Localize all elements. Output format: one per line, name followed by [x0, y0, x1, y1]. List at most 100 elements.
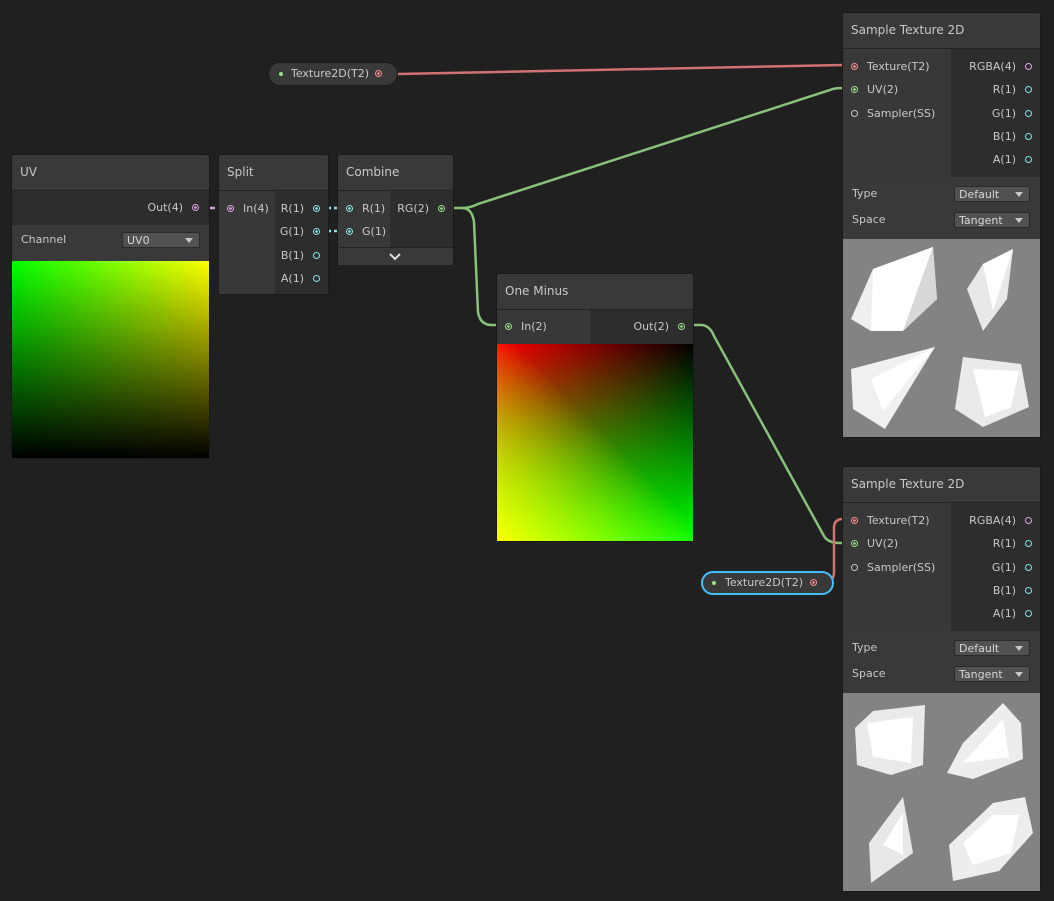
uv-out-port[interactable]: Out(4) — [147, 197, 199, 219]
sampler-in-port[interactable]: Sampler(SS) — [851, 557, 935, 579]
float-port-icon[interactable] — [313, 252, 320, 259]
connected-indicator-icon — [279, 72, 283, 76]
combine-input-area: R(1) G(1) — [338, 191, 390, 247]
split-in-port[interactable]: In(4) — [227, 198, 269, 220]
split-out-a[interactable]: A(1) — [281, 268, 320, 290]
float-port-icon[interactable] — [313, 275, 320, 282]
sampler-in-port[interactable]: Sampler(SS) — [851, 103, 935, 125]
uv-in-port[interactable]: UV(2) — [851, 79, 898, 101]
space-label: Space — [852, 213, 886, 226]
texture-preview-image — [843, 693, 1040, 891]
type-label: Type — [852, 641, 878, 654]
combine-in-r[interactable]: R(1) — [346, 198, 385, 220]
space-label: Space — [852, 667, 886, 680]
vector4-port-icon[interactable] — [1025, 63, 1032, 70]
sampler-port-icon[interactable] — [851, 564, 858, 571]
vector4-port-icon[interactable] — [192, 204, 199, 211]
vector4-port-icon[interactable] — [227, 205, 234, 212]
split-input-area: In(4) — [219, 191, 275, 294]
vector2-port-icon[interactable] — [678, 323, 685, 330]
node-title: UV — [12, 155, 209, 191]
node-title: Split — [219, 155, 328, 191]
sample-texture-2d-node[interactable]: Sample Texture 2D Texture(T2) UV(2) Samp… — [842, 466, 1041, 892]
sample-texture-2d-node[interactable]: Sample Texture 2D Texture(T2) UV(2) Samp… — [842, 12, 1041, 438]
g-out-port[interactable]: G(1) — [992, 557, 1032, 579]
port-label: G(1) — [991, 561, 1016, 574]
space-dropdown[interactable]: Tangent — [954, 666, 1030, 682]
split-out-b[interactable]: B(1) — [281, 245, 320, 267]
port-label: R(1) — [280, 202, 304, 215]
vector2-port-icon[interactable] — [851, 86, 858, 93]
uv-node[interactable]: UV Out(4) Channel UV0 — [11, 154, 210, 459]
type-dropdown[interactable]: Default — [954, 186, 1030, 202]
split-output-area: R(1) G(1) B(1) A(1) — [275, 191, 328, 294]
uv-preview-image — [12, 261, 209, 458]
space-dropdown[interactable]: Tangent — [954, 212, 1030, 228]
float-port-icon[interactable] — [1025, 133, 1032, 140]
split-out-r[interactable]: R(1) — [281, 198, 320, 220]
texture-preview-image — [843, 239, 1040, 437]
port-label: In(4) — [243, 202, 269, 215]
float-port-icon[interactable] — [1025, 540, 1032, 547]
float-port-icon[interactable] — [346, 228, 353, 235]
float-port-icon[interactable] — [1025, 86, 1032, 93]
vector4-port-icon[interactable] — [1025, 517, 1032, 524]
vector2-port-icon[interactable] — [438, 205, 445, 212]
one-minus-preview-image — [497, 344, 693, 541]
chevron-down-icon — [185, 238, 193, 243]
chevron-down-icon — [1015, 672, 1023, 677]
space-row: Space Tangent — [843, 661, 1040, 687]
texture-output-port-icon[interactable] — [375, 70, 382, 77]
texture2d-property-node[interactable]: Texture2D(T2) — [268, 62, 398, 86]
channel-dropdown[interactable]: UV0 — [122, 232, 200, 248]
combine-in-g[interactable]: G(1) — [346, 221, 386, 243]
g-out-port[interactable]: G(1) — [992, 103, 1032, 125]
float-port-icon[interactable] — [1025, 587, 1032, 594]
port-label: RGBA(4) — [969, 60, 1016, 73]
r-out-port[interactable]: R(1) — [993, 533, 1032, 555]
one-minus-out-port[interactable]: Out(2) — [633, 316, 685, 338]
rgba-out-port[interactable]: RGBA(4) — [969, 510, 1032, 532]
vector2-port-icon[interactable] — [505, 323, 512, 330]
combine-out-rg[interactable]: RG(2) — [397, 198, 445, 220]
float-port-icon[interactable] — [1025, 564, 1032, 571]
port-label: R(1) — [992, 83, 1016, 96]
type-value: Default — [959, 642, 1000, 655]
port-label: Out(4) — [147, 201, 183, 214]
split-out-g[interactable]: G(1) — [280, 221, 320, 243]
sampler-port-icon[interactable] — [851, 110, 858, 117]
space-row: Space Tangent — [843, 207, 1040, 233]
texture-in-port[interactable]: Texture(T2) — [851, 56, 930, 78]
float-port-icon[interactable] — [313, 228, 320, 235]
vector2-port-icon[interactable] — [851, 540, 858, 547]
float-port-icon[interactable] — [1025, 110, 1032, 117]
b-out-port[interactable]: B(1) — [993, 580, 1032, 602]
float-port-icon[interactable] — [1025, 610, 1032, 617]
port-label: UV(2) — [867, 83, 899, 96]
texture-port-icon[interactable] — [851, 517, 858, 524]
one-minus-node[interactable]: One Minus In(2) Out(2) — [496, 273, 694, 542]
float-port-icon[interactable] — [313, 205, 320, 212]
texture-port-icon[interactable] — [851, 63, 858, 70]
texture-in-port[interactable]: Texture(T2) — [851, 510, 930, 532]
a-out-port[interactable]: A(1) — [993, 149, 1032, 171]
uv-in-port[interactable]: UV(2) — [851, 533, 898, 555]
float-port-icon[interactable] — [346, 205, 353, 212]
type-dropdown[interactable]: Default — [954, 640, 1030, 656]
one-minus-input-area: In(2) — [497, 310, 590, 344]
float-port-icon[interactable] — [1025, 156, 1032, 163]
one-minus-in-port[interactable]: In(2) — [505, 316, 547, 338]
r-out-port[interactable]: R(1) — [993, 79, 1032, 101]
combine-node[interactable]: Combine R(1) G(1) RG(2) — [337, 154, 454, 265]
texture2d-property-node-selected[interactable]: Texture2D(T2) — [701, 571, 834, 595]
port-label: B(1) — [992, 130, 1016, 143]
texture-output-port-icon[interactable] — [810, 579, 817, 586]
b-out-port[interactable]: B(1) — [993, 126, 1032, 148]
a-out-port[interactable]: A(1) — [993, 603, 1032, 625]
combine-output-area: RG(2) — [390, 191, 453, 247]
port-label: UV(2) — [867, 537, 899, 550]
rgba-out-port[interactable]: RGBA(4) — [969, 56, 1032, 78]
type-label: Type — [852, 187, 878, 200]
split-node[interactable]: Split In(4) R(1) G(1) B(1) A(1) — [218, 154, 329, 295]
expand-node-button[interactable] — [338, 247, 453, 265]
